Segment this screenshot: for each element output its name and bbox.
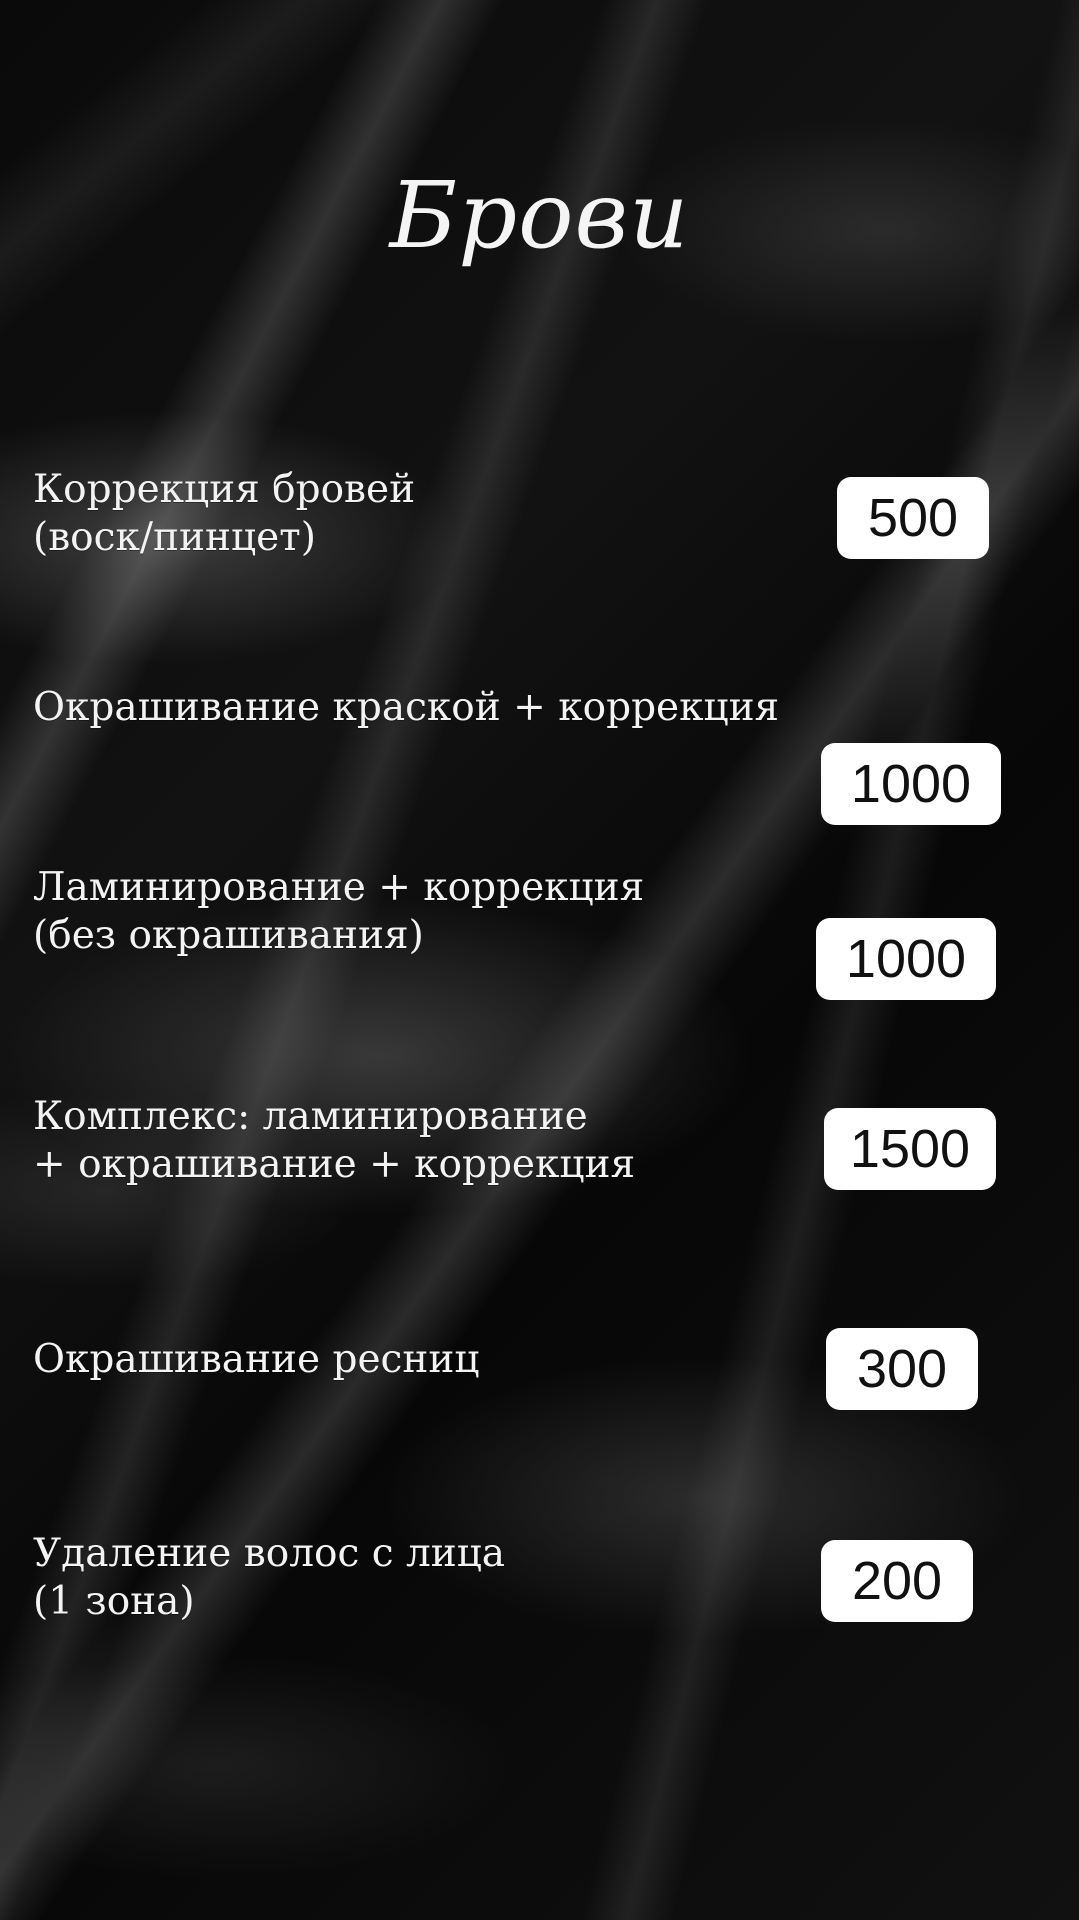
price-badge: 300 — [826, 1328, 978, 1410]
service-lash-tinting: Окрашивание ресниц — [33, 1336, 479, 1384]
service-lamination-correction: Ламинирование + коррекция (без окрашиван… — [33, 864, 644, 960]
service-line: Коррекция бровей — [33, 467, 416, 512]
service-complex: Комплекс: ламинирование + окрашивание + … — [33, 1093, 635, 1189]
price-badge: 1000 — [816, 918, 996, 1000]
service-line: Ламинирование + коррекция — [33, 865, 645, 910]
service-line: Окрашивание ресниц — [33, 1337, 480, 1382]
service-line: Удаление волос с лица — [33, 1531, 506, 1576]
service-tinting-correction: Окрашивание краской + коррекция — [33, 684, 779, 732]
price-badge: 200 — [821, 1540, 973, 1622]
price-badge: 500 — [837, 477, 989, 559]
service-face-hair-removal: Удаление волос с лица (1 зона) — [33, 1530, 505, 1626]
price-badge: 1000 — [821, 743, 1001, 825]
service-line: (без окрашивания) — [33, 913, 424, 958]
service-line: Комплекс: ламинирование — [33, 1094, 588, 1139]
service-line: (1 зона) — [33, 1579, 195, 1624]
service-line: + окрашивание + коррекция — [33, 1142, 636, 1187]
service-line: Окрашивание краской + коррекция — [33, 685, 780, 730]
page-title: Брови — [389, 162, 690, 269]
service-eyebrow-correction: Коррекция бровей (воск/пинцет) — [33, 466, 415, 562]
price-badge: 1500 — [824, 1108, 996, 1190]
price-list-page: Брови Коррекция бровей (воск/пинцет) 500… — [0, 0, 1079, 1920]
service-line: (воск/пинцет) — [33, 515, 316, 560]
